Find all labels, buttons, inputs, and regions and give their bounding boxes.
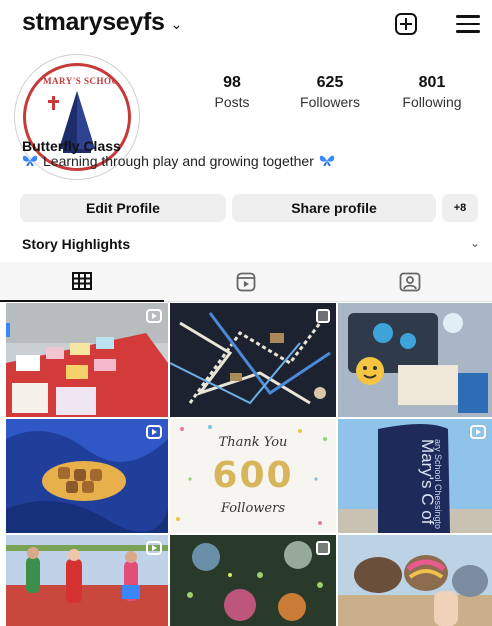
- followers-text: Followers: [221, 501, 285, 516]
- reels-icon: [236, 272, 256, 292]
- profile-tabs: [0, 262, 492, 302]
- followers-stat[interactable]: 625 Followers: [288, 74, 372, 110]
- new-post-button[interactable]: [392, 10, 420, 38]
- share-profile-button[interactable]: Share profile: [232, 194, 436, 222]
- photo-string-art: [170, 303, 336, 417]
- chevron-down-icon: ⌄: [170, 16, 183, 32]
- discover-people-button[interactable]: +8: [442, 194, 478, 222]
- photo-classroom-table: [6, 303, 168, 417]
- tab-posts-grid[interactable]: [0, 262, 164, 302]
- multi-post-icon: [316, 309, 330, 323]
- post-thumbnail[interactable]: [338, 303, 492, 417]
- photo-children-playground: [6, 535, 168, 626]
- reel-badge-icon: [146, 425, 162, 439]
- add-person-icon: +8: [453, 202, 467, 214]
- banner-text-area: Mary's C of E ary School Chessingto: [393, 439, 453, 529]
- following-stat[interactable]: 801 Following: [390, 74, 474, 110]
- posts-stat[interactable]: 98 Posts: [207, 74, 257, 110]
- reel-badge-icon: [146, 541, 162, 555]
- butterfly-icon: [22, 155, 38, 167]
- plus-square-icon: [395, 13, 417, 35]
- tagged-icon: [399, 272, 421, 292]
- banner-subtext: ary School Chessingto: [433, 439, 443, 529]
- posts-count: 98: [223, 74, 241, 91]
- multi-post-icon: [316, 541, 330, 555]
- following-label: Following: [402, 94, 462, 110]
- bio-text-row: Learning through play and growing togeth…: [22, 153, 335, 169]
- account-switcher[interactable]: stmaryseyfs ⌄: [22, 8, 182, 37]
- tab-reels[interactable]: [164, 262, 328, 302]
- edit-profile-button[interactable]: Edit Profile: [20, 194, 226, 222]
- followers-count: 625: [316, 74, 344, 91]
- hamburger-menu-icon: [456, 15, 480, 33]
- reel-badge-icon: [146, 309, 162, 323]
- grid-icon: [72, 272, 92, 290]
- followers-label: Followers: [300, 94, 360, 110]
- post-thumbnail[interactable]: [170, 535, 336, 626]
- following-count: 801: [418, 74, 446, 91]
- post-thumbnail[interactable]: Mary's C of E ary School Chessingto: [338, 419, 492, 533]
- post-thumbnail[interactable]: [6, 303, 168, 417]
- menu-button[interactable]: [454, 10, 482, 38]
- photo-craft-activity: [338, 303, 492, 417]
- thank-you-text: Thank You: [218, 435, 288, 450]
- photo-sensory-tray: [170, 535, 336, 626]
- tab-tagged[interactable]: [328, 262, 492, 302]
- bio-name: Butterfly Class: [22, 138, 121, 154]
- photo-blue-fabric-cakes: [6, 419, 168, 533]
- reel-badge-icon: [470, 425, 486, 439]
- username-label: stmaryseyfs: [22, 8, 165, 36]
- post-thumbnail[interactable]: [338, 535, 492, 626]
- follower-milestone-number: 600: [212, 455, 294, 496]
- post-thumbnail[interactable]: [170, 303, 336, 417]
- posts-label: Posts: [214, 94, 250, 110]
- post-thumbnail[interactable]: [6, 419, 168, 533]
- post-thumbnail[interactable]: Thank You 600 Followers: [170, 419, 336, 533]
- posts-grid: Thank You 600 Followers Mary's C of E ar…: [6, 303, 492, 626]
- post-thumbnail[interactable]: [6, 535, 168, 626]
- chevron-down-icon[interactable]: ⌄: [470, 236, 480, 250]
- story-highlights-label[interactable]: Story Highlights: [22, 236, 130, 252]
- top-bar: stmaryseyfs ⌄: [0, 0, 492, 48]
- bio-text: Learning through play and growing togeth…: [43, 153, 314, 169]
- butterfly-icon: [319, 155, 335, 167]
- photo-painted-rocks: [338, 535, 492, 626]
